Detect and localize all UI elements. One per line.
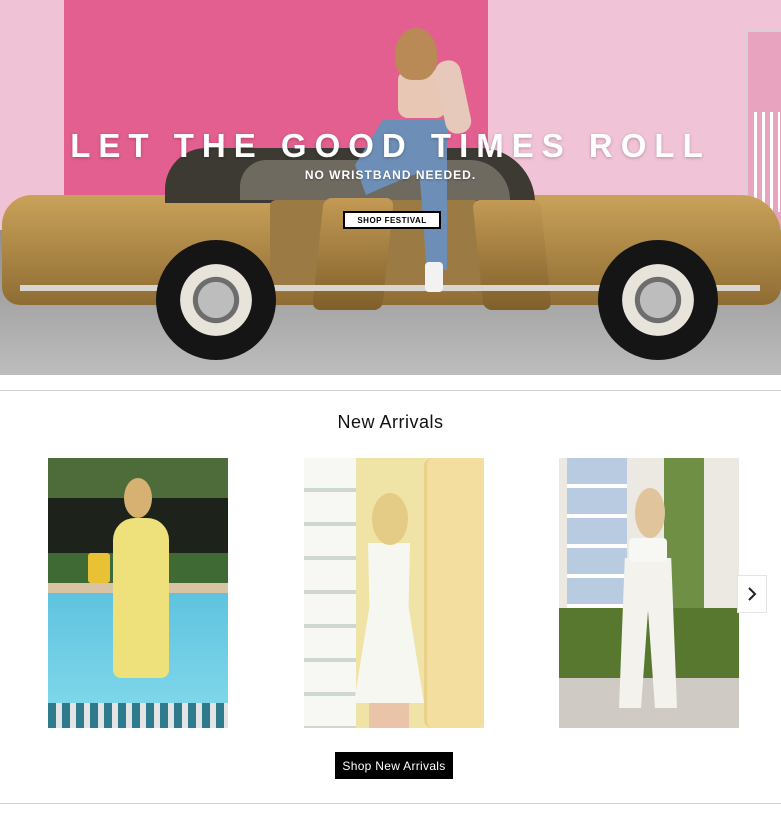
hero-banner[interactable]: LET THE GOOD TIMES ROLL NO WRISTBAND NEE… — [0, 0, 781, 375]
carousel-next-button[interactable] — [737, 575, 767, 613]
hero-subtitle: NO WRISTBAND NEEDED. — [304, 168, 477, 182]
p1-chips-bag — [88, 553, 110, 583]
new-arrivals-title: New Arrivals — [337, 412, 444, 432]
hero-car-wheel-rear — [598, 240, 718, 360]
product-card-white-lace-up-dress[interactable] — [304, 458, 484, 728]
shop-festival-button[interactable]: SHOP FESTIVAL — [343, 211, 441, 229]
p1-tile — [48, 703, 228, 728]
p2-legs — [369, 703, 409, 728]
p3-top — [629, 538, 667, 562]
p2-dress — [354, 543, 424, 703]
product-card-white-crop-top-pants-set[interactable] — [559, 458, 739, 728]
p1-dress — [113, 518, 169, 678]
hero-car-wheel-front — [156, 240, 276, 360]
p2-window — [304, 458, 356, 728]
p1-head — [124, 478, 152, 518]
p2-door — [424, 458, 484, 728]
p2-head — [372, 493, 408, 545]
hero-model-boot — [425, 262, 443, 292]
product-card-yellow-slip-dress[interactable] — [48, 458, 228, 728]
section-divider-top — [0, 390, 781, 391]
hero-model-hair — [395, 28, 437, 80]
p3-window — [567, 458, 627, 608]
hero-title: LET THE GOOD TIMES ROLL — [70, 127, 711, 164]
p3-floor — [559, 678, 739, 728]
p3-head — [635, 488, 665, 538]
shop-new-arrivals-button[interactable]: Shop New Arrivals — [335, 752, 453, 779]
chevron-right-icon — [748, 587, 757, 601]
section-divider-bottom — [0, 803, 781, 804]
hero-car-door-rear — [472, 200, 552, 310]
